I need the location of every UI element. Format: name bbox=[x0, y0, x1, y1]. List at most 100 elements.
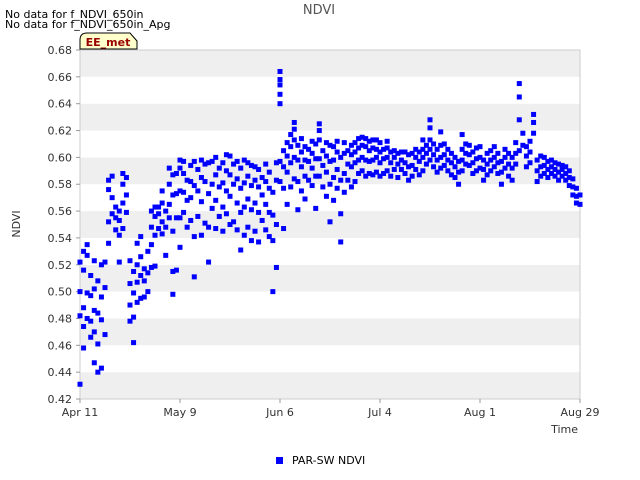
x-tick-label: Jun 6 bbox=[265, 406, 294, 419]
data-point bbox=[88, 334, 94, 340]
data-point bbox=[491, 144, 497, 150]
data-point bbox=[259, 192, 265, 198]
data-point bbox=[259, 217, 265, 223]
data-point bbox=[384, 168, 390, 174]
data-point bbox=[223, 211, 229, 217]
data-point bbox=[223, 188, 229, 194]
data-point bbox=[213, 172, 219, 178]
y-tick-label: 0.42 bbox=[48, 393, 73, 406]
data-point bbox=[427, 146, 433, 152]
data-point bbox=[195, 166, 201, 172]
data-point bbox=[145, 270, 151, 276]
data-point bbox=[248, 207, 254, 213]
data-point bbox=[95, 310, 101, 316]
data-point bbox=[256, 209, 262, 215]
data-point bbox=[234, 158, 240, 164]
data-point bbox=[509, 177, 515, 183]
data-point bbox=[295, 157, 301, 163]
data-point bbox=[220, 228, 226, 234]
grid-band bbox=[80, 264, 580, 292]
data-point bbox=[531, 111, 537, 117]
y-tick-label: 0.46 bbox=[48, 339, 73, 352]
data-point bbox=[91, 329, 97, 335]
data-point bbox=[516, 117, 522, 123]
y-tick-label: 0.66 bbox=[48, 71, 73, 84]
data-point bbox=[395, 175, 401, 181]
data-point bbox=[88, 318, 94, 324]
data-point bbox=[298, 164, 304, 170]
data-point bbox=[123, 175, 129, 181]
data-point bbox=[134, 262, 140, 268]
data-point bbox=[138, 234, 144, 240]
data-point bbox=[181, 189, 187, 195]
data-point bbox=[341, 189, 347, 195]
data-point bbox=[388, 173, 394, 179]
data-point bbox=[81, 345, 87, 351]
data-point bbox=[327, 219, 333, 225]
legend-label: PAR-SW NDVI bbox=[292, 454, 365, 467]
data-point bbox=[131, 290, 137, 296]
data-point bbox=[309, 150, 315, 156]
y-tick-label: 0.50 bbox=[48, 286, 73, 299]
data-point bbox=[441, 152, 447, 158]
y-tick-label: 0.48 bbox=[48, 312, 73, 325]
data-point bbox=[427, 125, 433, 131]
data-point bbox=[481, 177, 487, 183]
data-point bbox=[216, 213, 222, 219]
legend: PAR-SW NDVI bbox=[276, 454, 365, 467]
data-point bbox=[177, 165, 183, 171]
grid-band bbox=[80, 103, 580, 131]
data-point bbox=[238, 209, 244, 215]
data-point bbox=[516, 81, 522, 87]
data-point bbox=[281, 148, 287, 154]
data-point bbox=[277, 179, 283, 185]
data-point bbox=[452, 164, 458, 170]
data-point bbox=[220, 204, 226, 210]
y-axis-label: NDVI bbox=[10, 210, 23, 237]
data-point bbox=[338, 177, 344, 183]
data-point bbox=[438, 129, 444, 135]
data-point bbox=[116, 217, 122, 223]
data-point bbox=[320, 162, 326, 168]
data-point bbox=[159, 231, 165, 237]
data-point bbox=[134, 279, 140, 285]
data-point bbox=[170, 291, 176, 297]
data-point bbox=[527, 149, 533, 155]
data-point bbox=[459, 132, 465, 138]
data-point bbox=[331, 175, 337, 181]
data-point bbox=[88, 293, 94, 299]
data-point bbox=[127, 281, 133, 287]
data-point bbox=[102, 259, 108, 265]
site-badge: EE_met bbox=[79, 32, 138, 50]
data-point bbox=[323, 193, 329, 199]
data-point bbox=[252, 200, 258, 206]
data-point bbox=[263, 227, 269, 233]
data-point bbox=[98, 317, 104, 323]
data-point bbox=[456, 181, 462, 187]
data-point bbox=[120, 226, 126, 232]
grid-band bbox=[80, 76, 580, 104]
data-point bbox=[334, 138, 340, 144]
data-point bbox=[252, 177, 258, 183]
data-point bbox=[209, 181, 215, 187]
data-point bbox=[320, 148, 326, 154]
data-point bbox=[384, 138, 390, 144]
data-point bbox=[256, 184, 262, 190]
data-point bbox=[409, 173, 415, 179]
data-point bbox=[123, 209, 129, 215]
data-point bbox=[331, 144, 337, 150]
data-point bbox=[441, 162, 447, 168]
data-point bbox=[277, 158, 283, 164]
data-point bbox=[245, 173, 251, 179]
data-point bbox=[109, 173, 115, 179]
data-point bbox=[234, 227, 240, 233]
data-point bbox=[238, 185, 244, 191]
data-point bbox=[127, 302, 133, 308]
data-point bbox=[459, 168, 465, 174]
data-point bbox=[520, 130, 526, 136]
data-point bbox=[213, 154, 219, 160]
data-point bbox=[77, 313, 83, 319]
grid-band bbox=[80, 318, 580, 346]
data-point bbox=[131, 268, 137, 274]
data-point bbox=[177, 215, 183, 221]
